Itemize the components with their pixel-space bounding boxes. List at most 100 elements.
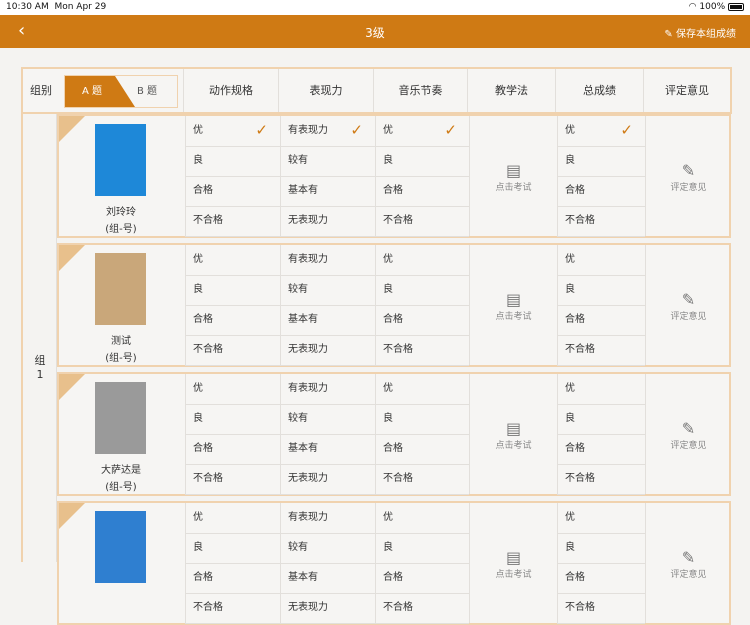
- option-expr[interactable]: 较有: [280, 404, 375, 435]
- option-music[interactable]: 优: [375, 374, 469, 405]
- option-expr[interactable]: 有表现力: [280, 374, 375, 405]
- option-total[interactable]: 优: [557, 374, 645, 405]
- option-label: 基本有: [288, 314, 318, 325]
- option-action[interactable]: 不合格: [185, 206, 280, 237]
- option-music[interactable]: 不合格: [375, 593, 469, 624]
- option-label: 良: [193, 155, 203, 166]
- option-expr[interactable]: 基本有: [280, 176, 375, 207]
- option-music[interactable]: 良: [375, 533, 469, 564]
- option-music[interactable]: 合格: [375, 176, 469, 207]
- option-action[interactable]: 不合格: [185, 593, 280, 624]
- option-expr[interactable]: 较有: [280, 275, 375, 306]
- comment-button[interactable]: ✎ 评定意见: [645, 245, 731, 365]
- option-action[interactable]: 良: [185, 275, 280, 306]
- option-label: 良: [565, 284, 575, 295]
- option-expr[interactable]: 无表现力: [280, 464, 375, 495]
- option-expr[interactable]: 无表现力: [280, 593, 375, 624]
- option-expr[interactable]: 有表现力 ✓: [280, 116, 375, 147]
- option-music[interactable]: 合格: [375, 563, 469, 594]
- option-total[interactable]: 合格: [557, 305, 645, 336]
- option-total[interactable]: 不合格: [557, 593, 645, 624]
- option-expr[interactable]: 较有: [280, 533, 375, 564]
- option-music[interactable]: 良: [375, 275, 469, 306]
- option-label: 良: [565, 155, 575, 166]
- option-action[interactable]: 良: [185, 533, 280, 564]
- option-label: 不合格: [383, 215, 413, 226]
- option-action[interactable]: 不合格: [185, 335, 280, 366]
- option-expr[interactable]: 基本有: [280, 434, 375, 465]
- start-exam-button[interactable]: ▤ 点击考试: [469, 116, 557, 236]
- option-expr[interactable]: 有表现力: [280, 503, 375, 534]
- option-expr[interactable]: 基本有: [280, 305, 375, 336]
- option-total[interactable]: 合格: [557, 434, 645, 465]
- option-label: 合格: [193, 185, 213, 196]
- option-action[interactable]: 优: [185, 374, 280, 405]
- option-action[interactable]: 不合格: [185, 464, 280, 495]
- tab-b[interactable]: B 题: [137, 76, 157, 107]
- student-row: 测试 (组-号) 优良合格 不合格 有表现力 较有 基本有 无表现力 优良合格 不合格 优良合格不…: [57, 243, 731, 367]
- option-label: 优: [565, 512, 575, 523]
- option-total[interactable]: 良: [557, 533, 645, 564]
- start-exam-button[interactable]: ▤ 点击考试: [469, 503, 557, 623]
- battery-text: 100%: [699, 2, 726, 12]
- comment-button[interactable]: ✎ 评定意见: [645, 503, 731, 623]
- start-exam-button[interactable]: ▤ 点击考试: [469, 374, 557, 494]
- status-date: Mon Apr 29: [54, 2, 107, 12]
- option-expr[interactable]: 无表现力: [280, 335, 375, 366]
- option-music[interactable]: 优: [375, 245, 469, 276]
- option-action[interactable]: 优: [185, 503, 280, 534]
- check-icon: ✓: [620, 121, 633, 139]
- option-label: 不合格: [383, 344, 413, 355]
- option-total[interactable]: 不合格: [557, 206, 645, 237]
- option-action[interactable]: 良: [185, 146, 280, 177]
- option-label: 优: [383, 254, 393, 265]
- option-expr[interactable]: 有表现力: [280, 245, 375, 276]
- option-total[interactable]: 良: [557, 404, 645, 435]
- option-label: 较有: [288, 413, 308, 424]
- status-bar: 10:30 AM Mon Apr 29 ◠ 100%: [0, 0, 750, 15]
- option-total[interactable]: 良: [557, 275, 645, 306]
- save-group-scores-button[interactable]: ✎ 保存本组成绩: [664, 25, 736, 40]
- tab-a[interactable]: A 题: [65, 76, 135, 107]
- option-music[interactable]: 不合格: [375, 206, 469, 237]
- option-total[interactable]: 优 ✓: [557, 116, 645, 147]
- option-action[interactable]: 优: [185, 245, 280, 276]
- option-label: 无表现力: [288, 215, 328, 226]
- option-label: 合格: [193, 314, 213, 325]
- comment-button[interactable]: ✎ 评定意见: [645, 374, 731, 494]
- option-expr[interactable]: 无表现力: [280, 206, 375, 237]
- option-action[interactable]: 合格: [185, 434, 280, 465]
- option-music[interactable]: 优 ✓: [375, 116, 469, 147]
- option-label: 有表现力: [288, 512, 328, 523]
- option-total[interactable]: 不合格: [557, 464, 645, 495]
- option-music[interactable]: 优: [375, 503, 469, 534]
- option-music[interactable]: 良: [375, 404, 469, 435]
- option-total[interactable]: 不合格: [557, 335, 645, 366]
- option-action[interactable]: 良: [185, 404, 280, 435]
- option-total[interactable]: 合格: [557, 176, 645, 207]
- option-total[interactable]: 合格: [557, 563, 645, 594]
- option-expr[interactable]: 较有: [280, 146, 375, 177]
- option-music[interactable]: 良: [375, 146, 469, 177]
- option-music[interactable]: 合格: [375, 305, 469, 336]
- option-expr[interactable]: 基本有: [280, 563, 375, 594]
- option-label: 优: [565, 125, 575, 136]
- student-row: 优良合格 不合格 有表现力 较有 基本有 无表现力优良合格 不合格优良合格 不合格 ▤ 点击考试 …: [57, 501, 731, 625]
- option-label: 不合格: [193, 215, 223, 226]
- option-label: 有表现力: [288, 383, 328, 394]
- option-music[interactable]: 合格: [375, 434, 469, 465]
- option-action[interactable]: 合格: [185, 176, 280, 207]
- option-action[interactable]: 合格: [185, 305, 280, 336]
- comment-button[interactable]: ✎ 评定意见: [645, 116, 731, 236]
- start-exam-button[interactable]: ▤ 点击考试: [469, 245, 557, 365]
- option-music[interactable]: 不合格: [375, 464, 469, 495]
- option-music[interactable]: 不合格: [375, 335, 469, 366]
- student-row: 大萨达是 (组-号) 优良合格 不合格 有表现力 较有 基本有 无表现力 优良合格 不合格 优良合…: [57, 372, 731, 496]
- option-action[interactable]: 优 ✓: [185, 116, 280, 147]
- option-total[interactable]: 良: [557, 146, 645, 177]
- option-total[interactable]: 优: [557, 245, 645, 276]
- option-label: 良: [565, 413, 575, 424]
- option-total[interactable]: 优: [557, 503, 645, 534]
- wifi-icon: ◠: [688, 2, 697, 12]
- option-action[interactable]: 合格: [185, 563, 280, 594]
